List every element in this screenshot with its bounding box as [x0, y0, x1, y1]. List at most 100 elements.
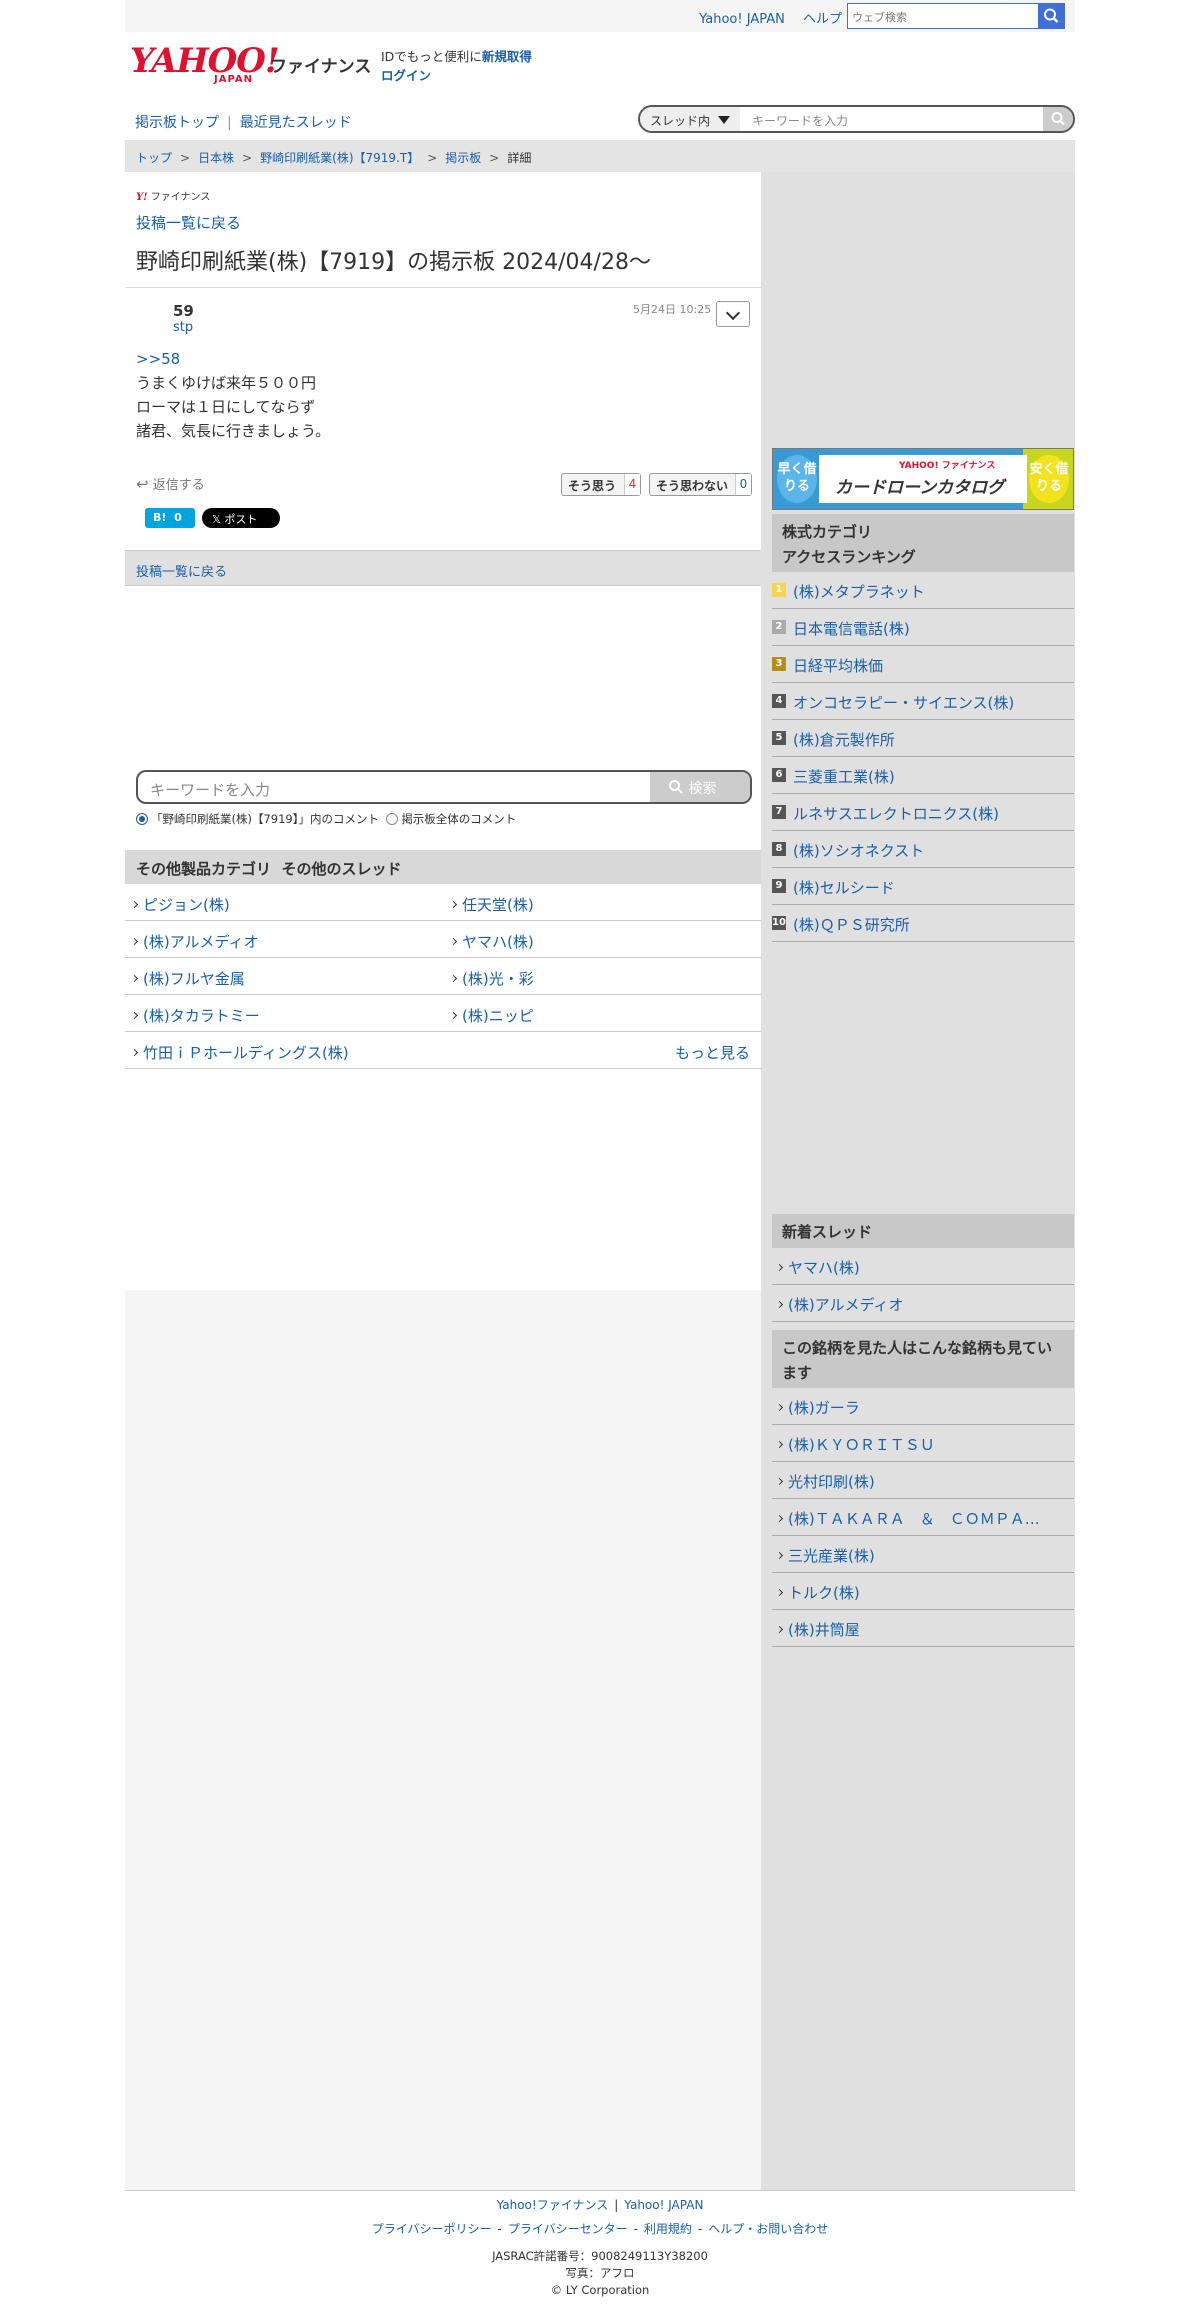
- also-viewed-link[interactable]: (株)ガーラ: [777, 1397, 860, 1418]
- also-viewed-item[interactable]: (株)ＴＡＫＡＲＡ ＆ ＣＯＭＰＡ…: [772, 1499, 1074, 1536]
- help-link[interactable]: ヘルプ: [803, 12, 842, 27]
- keyword-search-button[interactable]: 検索: [650, 772, 750, 802]
- back-to-list-link-bottom[interactable]: 投稿一覧に戻る: [136, 565, 227, 580]
- ranking-heading: 株式カテゴリ アクセスランキング: [772, 514, 1074, 572]
- ranking-link[interactable]: (株)セルシード: [793, 877, 895, 898]
- breadcrumb-top[interactable]: トップ: [136, 151, 172, 165]
- ranking-item[interactable]: 7 ルネサスエレクトロニクス(株): [772, 794, 1074, 831]
- other-threads-heading: その他製品カテゴリ その他のスレッド: [125, 850, 761, 884]
- divider: [125, 287, 761, 288]
- radio-all-board[interactable]: [386, 813, 399, 825]
- other-threads-row: (株)タカラトミー (株)ニッピ: [125, 995, 761, 1032]
- also-viewed-link[interactable]: (株)ＴＡＫＡＲＡ ＆ ＣＯＭＰＡ…: [777, 1508, 1040, 1529]
- other-thread-link[interactable]: (株)光・彩: [451, 968, 534, 989]
- ranking-item[interactable]: 4 オンコセラピー・サイエンス(株): [772, 683, 1074, 720]
- also-viewed-link[interactable]: トルク(株): [777, 1582, 860, 1603]
- ranking-link[interactable]: (株)ソシオネクスト: [793, 840, 924, 861]
- register-link[interactable]: 新規取得: [482, 49, 532, 64]
- ranking-link[interactable]: (株)メタプラネット: [793, 581, 925, 602]
- other-thread-link[interactable]: 任天堂(株): [451, 894, 534, 915]
- ranking-item[interactable]: 9 (株)セルシード: [772, 868, 1074, 905]
- ranking-link[interactable]: (株)ＱＰＳ研究所: [793, 914, 910, 935]
- search-scope-select[interactable]: スレッド内: [640, 107, 740, 131]
- photo-credit: 写真：アフロ: [565, 2266, 635, 2280]
- other-thread-link[interactable]: (株)ニッピ: [451, 1005, 534, 1026]
- ranking-item[interactable]: 2 日本電信電話(株): [772, 609, 1074, 646]
- keyword-search-input[interactable]: キーワードを入力: [150, 779, 270, 800]
- other-thread-link[interactable]: ピジョン(株): [132, 894, 230, 915]
- reply-label: 返信する: [152, 478, 205, 493]
- other-thread-link[interactable]: (株)フルヤ金属: [132, 968, 245, 989]
- terms-link[interactable]: 利用規約: [644, 2222, 692, 2236]
- ranking-item[interactable]: 3 日経平均株価: [772, 646, 1074, 683]
- breadcrumb-board[interactable]: 掲示板: [445, 151, 481, 165]
- privacy-policy-link[interactable]: プライバシーポリシー: [372, 2222, 492, 2236]
- ranking-link[interactable]: (株)倉元製作所: [793, 729, 895, 750]
- thread-search-button[interactable]: [1043, 107, 1073, 131]
- yahoo-japan-link[interactable]: Yahoo! JAPAN: [699, 12, 785, 27]
- yahoo-finance-logo[interactable]: YAHOO! JAPAN ファイナンス: [130, 44, 371, 85]
- web-search-input[interactable]: ウェブ検索: [847, 3, 1065, 29]
- footer-yahoo-finance-link[interactable]: Yahoo!ファイナンス: [497, 2198, 609, 2212]
- rank-badge: 2: [772, 620, 786, 634]
- footer-yahoo-japan-link[interactable]: Yahoo! JAPAN: [624, 2198, 703, 2212]
- card-loan-banner[interactable]: 早く借りる YAHOO! ファイナンス カードローンカタログ 安く借りる: [772, 448, 1074, 510]
- chevron-down-icon: [725, 305, 741, 321]
- hatena-bookmark-button[interactable]: B! 0: [145, 508, 195, 528]
- recent-threads-link[interactable]: 最近見たスレッド: [240, 115, 352, 131]
- ranking-link[interactable]: 三菱重工業(株): [793, 766, 895, 787]
- also-viewed-item[interactable]: (株)ＫＹＯＲＩＴＳＵ: [772, 1425, 1074, 1462]
- also-viewed-link[interactable]: 三光産業(株): [777, 1545, 875, 1566]
- post-menu-button[interactable]: [716, 301, 750, 327]
- also-viewed-item[interactable]: 三光産業(株): [772, 1536, 1074, 1573]
- radio-in-thread[interactable]: [136, 813, 148, 825]
- ranking-link[interactable]: 日本電信電話(株): [793, 618, 910, 639]
- other-thread-link[interactable]: ヤマハ(株): [451, 931, 534, 952]
- other-thread-link[interactable]: (株)アルメディオ: [132, 931, 259, 952]
- ranking-link[interactable]: ルネサスエレクトロニクス(株): [793, 803, 999, 824]
- new-thread-item[interactable]: (株)アルメディオ: [772, 1285, 1074, 1322]
- also-viewed-link[interactable]: (株)ＫＹＯＲＩＴＳＵ: [777, 1434, 935, 1455]
- breadcrumb-company[interactable]: 野崎印刷紙業(株)【7919.T】: [260, 151, 419, 165]
- ranking-item[interactable]: 6 三菱重工業(株): [772, 757, 1074, 794]
- more-threads-link[interactable]: もっと見る: [675, 1042, 750, 1063]
- board-top-link[interactable]: 掲示板トップ: [135, 115, 219, 131]
- back-to-list-link[interactable]: 投稿一覧に戻る: [136, 212, 241, 233]
- other-thread-link[interactable]: 竹田ｉＰホールディングス(株): [132, 1042, 349, 1063]
- ranking-link[interactable]: オンコセラピー・サイエンス(株): [793, 692, 1014, 713]
- search-scope-value: スレッド内: [650, 114, 711, 128]
- jasrac-number: JASRAC許諾番号：9008249113Y38200: [492, 2249, 708, 2263]
- also-viewed-item[interactable]: 光村印刷(株): [772, 1462, 1074, 1499]
- x-post-button[interactable]: 𝕏 ポスト: [202, 508, 280, 528]
- ranking-link[interactable]: 日経平均株価: [793, 655, 883, 676]
- other-threads-row: (株)フルヤ金属 (株)光・彩: [125, 958, 761, 995]
- new-thread-link[interactable]: ヤマハ(株): [777, 1257, 860, 1278]
- also-viewed-link[interactable]: 光村印刷(株): [777, 1471, 875, 1492]
- rank-badge: 1: [772, 583, 786, 597]
- ranking-item[interactable]: 8 (株)ソシオネクスト: [772, 831, 1074, 868]
- post-number: 59: [173, 302, 194, 320]
- thread-search: スレッド内 キーワードを入力: [638, 105, 1075, 133]
- also-viewed-item[interactable]: トルク(株): [772, 1573, 1074, 1610]
- agree-button[interactable]: そう思う 4: [561, 473, 641, 496]
- also-viewed-item[interactable]: (株)ガーラ: [772, 1388, 1074, 1425]
- search-icon: [1044, 8, 1059, 23]
- ranking-item[interactable]: 10 (株)ＱＰＳ研究所: [772, 905, 1074, 942]
- disagree-button[interactable]: そう思わない 0: [649, 473, 752, 496]
- post-user-link[interactable]: stp: [173, 320, 193, 335]
- web-search-button[interactable]: [1038, 4, 1064, 28]
- thread-keyword-input[interactable]: キーワードを入力: [752, 112, 848, 129]
- ranking-item[interactable]: 5 (株)倉元製作所: [772, 720, 1074, 757]
- also-viewed-link[interactable]: (株)井筒屋: [777, 1619, 860, 1640]
- other-thread-link[interactable]: (株)タカラトミー: [132, 1005, 260, 1026]
- new-thread-item[interactable]: ヤマハ(株): [772, 1248, 1074, 1285]
- reply-anchor-link[interactable]: >>58: [136, 347, 330, 371]
- reply-button[interactable]: ↩ 返信する: [136, 474, 205, 493]
- help-contact-link[interactable]: ヘルプ・お問い合わせ: [708, 2222, 828, 2236]
- new-thread-link[interactable]: (株)アルメディオ: [777, 1294, 904, 1315]
- breadcrumb-japan-stocks[interactable]: 日本株: [198, 151, 234, 165]
- privacy-center-link[interactable]: プライバシーセンター: [508, 2222, 628, 2236]
- also-viewed-item[interactable]: (株)井筒屋: [772, 1610, 1074, 1647]
- login-link[interactable]: ログイン: [381, 68, 431, 83]
- ranking-item[interactable]: 1 (株)メタプラネット: [772, 572, 1074, 609]
